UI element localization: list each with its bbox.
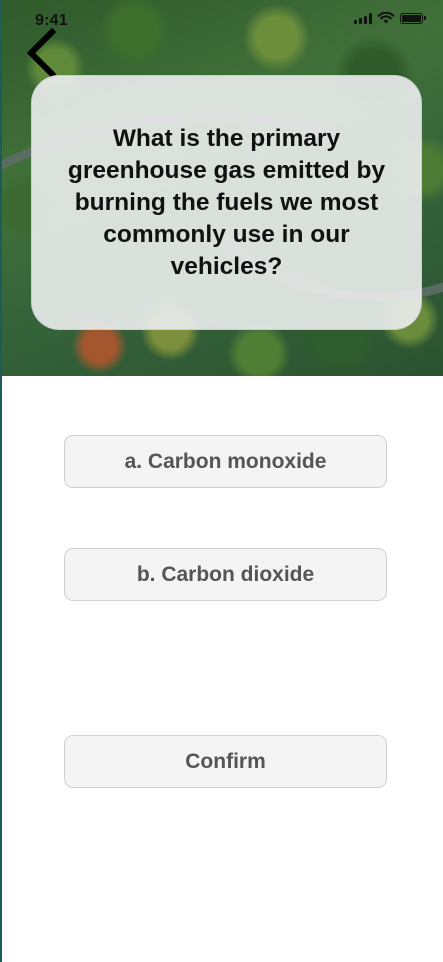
question-card: What is the primary greenhouse gas emitt… bbox=[31, 75, 422, 330]
quiz-screen: 9:41 What is the primary greenhouse gas … bbox=[0, 0, 443, 962]
status-indicators bbox=[354, 12, 426, 24]
chevron-left-icon bbox=[26, 27, 57, 79]
answer-option-a[interactable]: a. Carbon monoxide bbox=[64, 435, 387, 488]
question-text: What is the primary greenhouse gas emitt… bbox=[67, 124, 386, 280]
back-button[interactable] bbox=[22, 27, 62, 79]
wifi-icon bbox=[377, 12, 395, 24]
answer-option-b[interactable]: b. Carbon dioxide bbox=[64, 548, 387, 601]
cellular-signal-icon bbox=[354, 12, 372, 24]
confirm-button[interactable]: Confirm bbox=[64, 735, 387, 788]
battery-icon bbox=[400, 12, 426, 24]
